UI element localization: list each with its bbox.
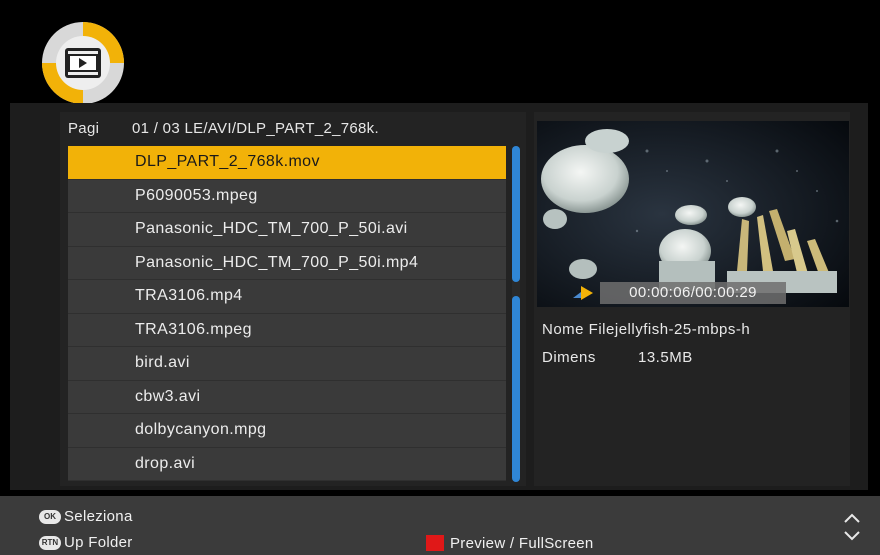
- chevron-up-icon[interactable]: [843, 512, 861, 524]
- page-path: 01 / 03 LE/AVI/DLP_PART_2_768k.: [132, 120, 379, 137]
- video-preview[interactable]: [537, 121, 849, 307]
- file-list-item[interactable]: Panasonic_HDC_TM_700_P_50i.mp4: [68, 246, 506, 280]
- play-icon: [573, 286, 593, 300]
- page-label: Pagi: [68, 120, 100, 137]
- file-name: cbw3.avi: [135, 387, 201, 405]
- media-player-screen: Pagi 01 / 03 LE/AVI/DLP_PART_2_768k. DLP…: [0, 0, 880, 555]
- file-list-item[interactable]: dolbycanyon.mpg: [68, 414, 506, 448]
- filesize-value: 13.5MB: [638, 349, 693, 366]
- file-list-item[interactable]: DLP_PART_2_768k.mov: [68, 146, 506, 180]
- rtn-key-badge: RTN: [39, 536, 61, 550]
- filename-label: Nome File: [542, 321, 615, 338]
- file-name: TRA3106.mp4: [135, 287, 243, 304]
- filename-value: jellyfish-25-mbps-h: [614, 321, 751, 338]
- preview-fullscreen-hint: Preview / FullScreen: [450, 535, 594, 552]
- file-name: TRA3106.mpeg: [135, 320, 252, 338]
- page-indicator: Pagi 01 / 03 LE/AVI/DLP_PART_2_768k.: [68, 118, 508, 140]
- video-folder-icon: [42, 22, 124, 104]
- file-list-item[interactable]: cbw3.avi: [68, 380, 506, 414]
- file-name: Panasonic_HDC_TM_700_P_50i.mp4: [135, 253, 419, 271]
- playback-time: 00:00:06/00:00:29: [600, 282, 786, 304]
- file-list-item[interactable]: drop.avi: [68, 447, 506, 481]
- scrollbar-track-lower: [512, 296, 520, 482]
- chevron-down-icon[interactable]: [843, 530, 861, 542]
- ok-key-badge: OK: [39, 510, 61, 524]
- file-list-item[interactable]: Panasonic_HDC_TM_700_P_50i.avi: [68, 213, 506, 247]
- file-name: Panasonic_HDC_TM_700_P_50i.avi: [135, 220, 408, 237]
- file-name: DLP_PART_2_768k.mov: [135, 153, 320, 170]
- filename-row: Nome Filejellyfish-25-mbps-h: [542, 321, 750, 338]
- file-list-item[interactable]: bird.avi: [68, 347, 506, 381]
- file-name: drop.avi: [135, 454, 196, 472]
- select-hint: Seleziona: [64, 508, 133, 525]
- filesize-label: Dimens: [542, 349, 596, 366]
- scrollbar-thumb[interactable]: [512, 146, 520, 282]
- file-name: dolbycanyon.mpg: [135, 421, 267, 438]
- red-key-icon: [426, 535, 444, 551]
- up-folder-hint: Up Folder: [64, 534, 133, 551]
- scrollbar[interactable]: [512, 146, 520, 482]
- file-list-item[interactable]: P6090053.mpeg: [68, 179, 506, 213]
- file-name: bird.avi: [135, 354, 190, 371]
- file-list: DLP_PART_2_768k.mov P6090053.mpeg Panasoni…: [68, 146, 506, 481]
- filesize-row: Dimens 13.5MB: [542, 349, 693, 366]
- file-list-item[interactable]: TRA3106.mpeg: [68, 313, 506, 347]
- file-list-item[interactable]: TRA3106.mp4: [68, 280, 506, 314]
- file-name: P6090053.mpeg: [135, 186, 258, 204]
